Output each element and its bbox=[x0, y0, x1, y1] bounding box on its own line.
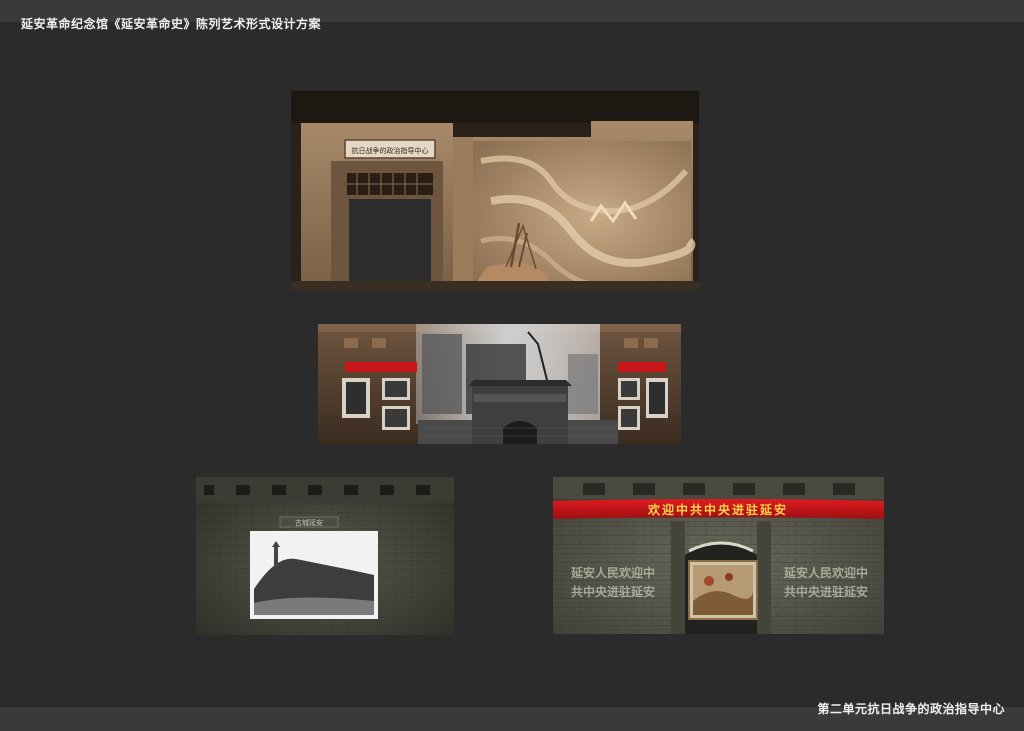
slogan-right-line-2: 共中央进驻延安 bbox=[784, 584, 868, 599]
section-caption: 第二单元抗日战争的政治指导中心 bbox=[817, 702, 1005, 716]
render-ancient-city-wall: 古城延安 bbox=[196, 477, 454, 635]
slogan-right-line-1: 延安人民欢迎中 bbox=[783, 565, 868, 580]
top-panel-sign: 抗日战争的政治指导中心 bbox=[352, 146, 429, 155]
slogan-left-line-2: 共中央进驻延安 bbox=[571, 584, 655, 599]
render-city-gate-wall bbox=[318, 324, 681, 444]
render-welcome-banner-wall: 欢迎中共中央进驻延安 延安人民欢迎中 共中央进驻延安 延安人民欢迎中 共中央进驻… bbox=[553, 477, 884, 634]
slogan-left-line-1: 延安人民欢迎中 bbox=[570, 565, 655, 580]
render-great-wall-relief: 抗日战争的政治指导中心 bbox=[291, 91, 699, 290]
bottom-left-sign: 古城延安 bbox=[295, 518, 323, 527]
document-title: 延安革命纪念馆《延安革命史》陈列艺术形式设计方案 bbox=[21, 17, 322, 31]
welcome-banner-text: 欢迎中共中央进驻延安 bbox=[647, 502, 788, 517]
